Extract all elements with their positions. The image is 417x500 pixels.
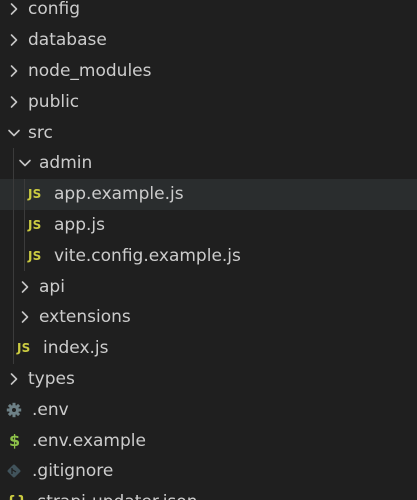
indent-guide [13,147,14,179]
tree-file-env-example[interactable]: $ .env.example [0,425,417,456]
js-badge: JS [28,217,42,232]
tree-item-label: app.js [54,214,105,235]
javascript-file-icon: JS [28,249,48,263]
tree-folder-config[interactable]: config [0,0,417,25]
tree-item-label: extensions [39,307,131,328]
tree-folder-types[interactable]: types [0,364,417,395]
indent-guide [24,240,25,272]
js-badge: JS [17,341,31,356]
indent-guide [13,178,14,210]
javascript-file-icon: JS [28,218,48,232]
indent-guide [24,209,25,241]
chevron-down-icon[interactable] [6,125,22,141]
tree-item-label: vite.config.example.js [54,245,241,266]
json-icon: {} [6,494,28,500]
tree-item-label: public [28,91,80,112]
tree-file-strapi-updater-json[interactable]: {} .strapi-updater.json [0,487,417,500]
indent-guide [24,178,25,210]
tree-folder-public[interactable]: public [0,86,417,117]
tree-item-label: database [28,30,107,51]
tree-folder-api[interactable]: api [0,271,417,302]
chevron-right-icon[interactable] [6,1,22,17]
indent-guide [13,240,14,272]
javascript-file-icon: JS [17,341,37,355]
chevron-right-icon[interactable] [6,32,22,48]
tree-file-env[interactable]: .env [0,394,417,425]
tree-item-label: node_modules [28,60,152,81]
gear-icon [6,402,26,418]
git-icon [6,463,26,479]
tree-folder-node-modules[interactable]: node_modules [0,56,417,87]
chevron-down-icon[interactable] [17,155,33,171]
tree-file-index-js[interactable]: JS index.js [0,332,417,364]
tree-file-vite-config-example-js[interactable]: JS vite.config.example.js [0,240,417,272]
chevron-right-icon[interactable] [6,371,22,387]
tree-folder-src[interactable]: src [0,117,417,148]
javascript-file-icon: JS [28,187,48,201]
tree-file-app-example-js[interactable]: JS app.example.js [0,178,417,210]
indent-guide [13,332,14,364]
tree-file-app-js[interactable]: JS app.js [0,209,417,241]
file-tree: config database node_modulespublic src admin… [0,0,417,500]
chevron-right-icon[interactable] [17,279,33,295]
indent-guide [13,301,14,333]
tree-item-label: .env.example [32,430,146,451]
indent-guide [13,209,14,241]
tree-folder-database[interactable]: database [0,25,417,56]
tree-item-label: src [28,122,53,143]
tree-folder-extensions[interactable]: extensions [0,301,417,333]
json-glyph: {} [6,494,28,500]
tree-file-gitignore[interactable]: .gitignore [0,456,417,487]
tree-item-label: .env [32,399,69,420]
tree-item-label: config [28,0,81,20]
tree-item-label: types [28,368,75,389]
chevron-right-icon[interactable] [6,94,22,110]
dollar-icon: $ [6,431,26,450]
tree-item-label: index.js [43,338,109,359]
js-badge: JS [28,248,42,263]
file-explorer: config database node_modulespublic src admin… [0,0,417,500]
tree-item-label: .strapi-updater.json [32,492,197,500]
tree-folder-admin[interactable]: admin [0,147,417,179]
indent-guide [13,271,14,302]
tree-item-label: api [39,276,65,297]
chevron-right-icon[interactable] [17,309,33,325]
js-badge: JS [28,187,42,202]
tree-item-label: .gitignore [32,461,114,482]
tree-item-label: app.example.js [54,184,184,205]
chevron-right-icon[interactable] [6,63,22,79]
tree-item-label: admin [39,153,93,174]
dollar-glyph: $ [9,431,21,451]
